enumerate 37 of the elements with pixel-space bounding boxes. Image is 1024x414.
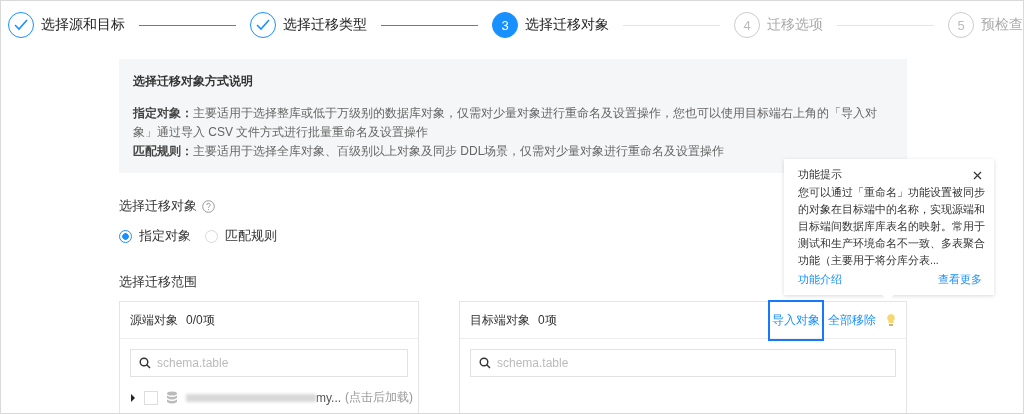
close-icon[interactable] bbox=[973, 170, 982, 180]
checkbox[interactable] bbox=[144, 390, 158, 405]
popover-link[interactable]: 功能介绍 bbox=[798, 271, 842, 287]
step-label: 选择源和目标 bbox=[41, 16, 125, 34]
popover-title: 功能提示 bbox=[798, 168, 842, 182]
step-label: 选择迁移对象 bbox=[525, 16, 609, 34]
radio-option[interactable]: 匹配规则 bbox=[205, 227, 277, 245]
search-field[interactable]: schema.table bbox=[130, 349, 408, 377]
check-icon bbox=[14, 19, 28, 31]
info-title: 选择迁移对象方式说明 bbox=[133, 73, 254, 90]
step-number: 3 bbox=[501, 17, 509, 33]
step-number: 5 bbox=[957, 17, 965, 33]
database-icon bbox=[166, 391, 178, 404]
panel-title: 目标端对象 bbox=[470, 311, 530, 329]
object-name: my... bbox=[316, 390, 342, 405]
search-icon bbox=[139, 357, 151, 369]
check-icon bbox=[256, 19, 270, 31]
step-label: 迁移选项 bbox=[767, 16, 823, 34]
expand-caret-icon[interactable] bbox=[130, 393, 136, 402]
action-link[interactable]: 导入对象 bbox=[768, 299, 824, 341]
object-count: 0/0项 bbox=[186, 311, 215, 329]
info-paragraph: 匹配规则：主要适用于选择全库对象、百级别以上对象及同步 DDL场景，仅需对少量对象进行重命名及设置操作 bbox=[133, 143, 726, 160]
panel-title: 源端对象 bbox=[130, 311, 178, 329]
help-icon bbox=[202, 199, 215, 213]
search-icon bbox=[479, 357, 491, 369]
step-label: 预检查 bbox=[981, 16, 1023, 34]
step-label: 选择迁移类型 bbox=[283, 16, 367, 34]
section-label: 选择迁移范围 bbox=[119, 273, 197, 291]
step-number: 4 bbox=[743, 17, 751, 33]
section-label: 选择迁移对象 bbox=[119, 197, 197, 215]
radio-option[interactable]: 指定对象 bbox=[119, 227, 191, 245]
action-link[interactable]: 全部移除 bbox=[824, 299, 880, 341]
search-field[interactable]: schema.table bbox=[470, 349, 896, 377]
popover-link[interactable]: 查看更多 bbox=[938, 271, 982, 287]
info-paragraph: 指定对象：主要适用于选择整库或低于万级别的数据库对象，仅需对少量对象进行重命名及设置操作，您也可以使用目标端右上角的「导入对象」通过导入 CSV 文件方式进行批量重命名及设置操作 bbox=[133, 105, 878, 141]
load-hint: (点击后加载) bbox=[345, 389, 414, 406]
object-count: 0项 bbox=[538, 311, 557, 329]
